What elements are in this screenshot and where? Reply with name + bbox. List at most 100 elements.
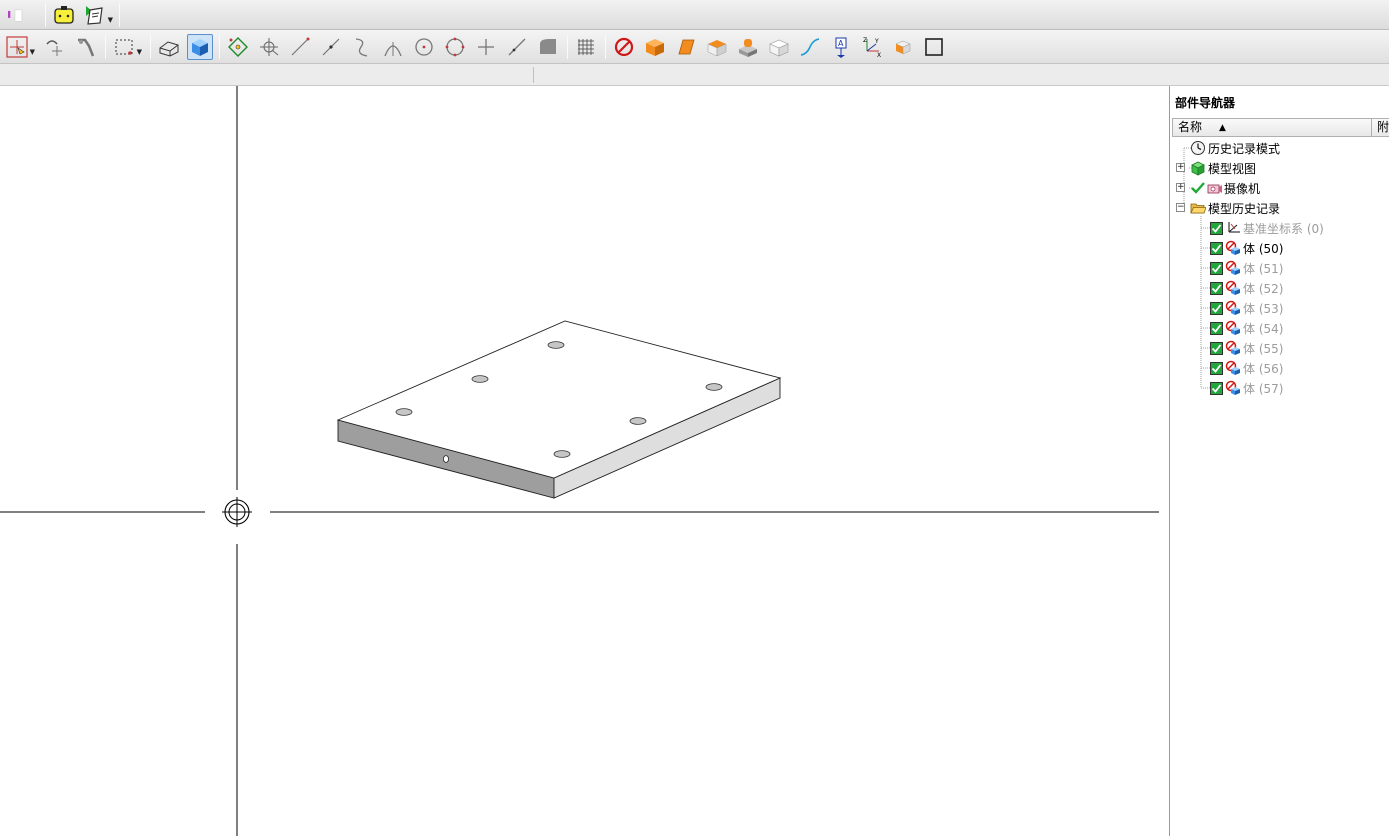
svg-text:A: A — [838, 39, 844, 48]
history-feature-row[interactable]: 体 (51) — [1210, 258, 1283, 278]
history-feature-row[interactable]: 体 (57) — [1210, 378, 1283, 398]
tree-item-label: 模型视图 — [1208, 161, 1257, 176]
clock-icon — [1190, 140, 1206, 156]
component-icon[interactable] — [890, 34, 916, 60]
expand-toggle[interactable]: + — [1176, 163, 1185, 172]
standard-toolbar: ▼ — [0, 0, 1389, 30]
history-feature-label: 体 (50) — [1243, 241, 1284, 256]
history-feature-label: 体 (54) — [1243, 321, 1284, 336]
history-feature-row[interactable]: 体 (53) — [1210, 298, 1283, 318]
expand-toggle[interactable]: + — [1176, 183, 1185, 192]
curve-spline-icon[interactable] — [797, 34, 823, 60]
feature-visibility-checkbox[interactable] — [1210, 301, 1223, 315]
feature-visibility-checkbox[interactable] — [1210, 221, 1223, 235]
selection-intent-icon[interactable] — [73, 34, 99, 60]
history-feature-row[interactable]: 基准坐标系 (0) — [1210, 218, 1324, 238]
snap-arc-center-icon[interactable] — [411, 34, 437, 60]
body-feature-icon — [1225, 300, 1241, 316]
check-icon — [1190, 180, 1206, 196]
clear-snap-icon[interactable] — [611, 34, 637, 60]
toolbar-separator — [605, 34, 606, 59]
history-feature-label: 体 (53) — [1243, 301, 1284, 316]
collapse-toggle[interactable]: − — [1176, 203, 1185, 212]
body-feature-icon — [1225, 320, 1241, 336]
svg-text:X: X — [877, 52, 881, 58]
feature-visibility-checkbox[interactable] — [1210, 321, 1223, 335]
toolbar-separator — [119, 2, 120, 27]
tree-item-cameras[interactable]: 摄像机 — [1190, 178, 1260, 198]
chevron-down-icon[interactable]: ▼ — [30, 48, 35, 56]
feature-visibility-checkbox[interactable] — [1210, 341, 1223, 355]
face-icon[interactable] — [673, 34, 699, 60]
chevron-down-icon[interactable]: ▼ — [137, 48, 142, 56]
chevron-down-icon[interactable]: ▼ — [108, 16, 113, 24]
toolbar-separator — [567, 34, 568, 59]
history-feature-label: 体 (56) — [1243, 361, 1284, 376]
tree-item-label: 模型历史记录 — [1208, 201, 1281, 216]
snap-intersection-icon[interactable] — [380, 34, 406, 60]
feature-visibility-checkbox[interactable] — [1210, 241, 1223, 255]
history-feature-row[interactable]: 体 (52) — [1210, 278, 1283, 298]
csys-icon[interactable]: ZY X — [859, 34, 885, 60]
body-feature-icon — [1225, 380, 1241, 396]
history-feature-row[interactable]: 体 (56) — [1210, 358, 1283, 378]
history-feature-row[interactable]: 体 (55) — [1210, 338, 1283, 358]
history-feature-label: 体 (52) — [1243, 281, 1284, 296]
snap-end-point-icon[interactable] — [287, 34, 313, 60]
folder-open-icon — [1190, 200, 1206, 216]
feature-visibility-checkbox[interactable] — [1210, 361, 1223, 375]
toolbar-separator — [45, 2, 46, 27]
body-icon[interactable] — [642, 34, 668, 60]
tree-item-history-mode[interactable]: 历史记录模式 — [1190, 138, 1280, 158]
feature-visibility-checkbox[interactable] — [1210, 261, 1223, 275]
camera-icon — [1206, 180, 1222, 196]
shaded-edges-icon[interactable] — [156, 34, 182, 60]
toolbar-separator — [219, 34, 220, 59]
cue-line-left — [0, 67, 534, 83]
snap-mid-point-icon[interactable] — [318, 34, 344, 60]
svg-text:Z: Z — [863, 37, 867, 44]
grid-icon[interactable] — [573, 34, 599, 60]
snap-quadrant-icon[interactable] — [442, 34, 468, 60]
graphics-viewport[interactable] — [0, 86, 1169, 836]
toolbar-separator — [150, 34, 151, 59]
tree-item-model-views[interactable]: 模型视图 — [1190, 158, 1256, 178]
side-hole — [442, 455, 449, 463]
model-scene[interactable] — [0, 86, 1169, 836]
rectangle-select-icon[interactable]: ▼ — [111, 34, 142, 60]
datum-csys-icon — [1225, 220, 1241, 236]
shaded-icon[interactable] — [187, 33, 213, 60]
feature-visibility-checkbox[interactable] — [1210, 381, 1223, 395]
solid-body-icon[interactable] — [704, 34, 730, 60]
csys-origin-icon — [222, 497, 252, 527]
body-feature-icon — [1225, 240, 1241, 256]
part-box-icon[interactable] — [51, 2, 77, 28]
snap-point-on-face-icon[interactable] — [504, 34, 530, 60]
feature-visibility-checkbox[interactable] — [1210, 281, 1223, 295]
tree-item-model-history[interactable]: 模型历史记录 — [1190, 198, 1280, 218]
snap-existing-point-icon[interactable] — [256, 34, 282, 60]
feature-icon[interactable] — [0, 2, 38, 28]
history-feature-row[interactable]: 体 (54) — [1210, 318, 1283, 338]
assembly-feature-icon[interactable] — [735, 34, 761, 60]
nx-application-window: ▼ ▼ ▼ A Z Y X 部件导航器 名称 ▲ 附 历史记录模式 + 模型视图… — [0, 0, 1389, 836]
snap-bounded-grid-icon[interactable] — [535, 34, 561, 60]
report-icon[interactable]: ▼ — [82, 2, 113, 28]
tree-item-label: 摄像机 — [1224, 181, 1261, 196]
toolbar-separator — [105, 34, 106, 59]
sheet-body-icon[interactable] — [766, 34, 792, 60]
svg-text:Y: Y — [874, 38, 879, 45]
history-feature-label: 基准坐标系 (0) — [1243, 221, 1324, 236]
frame-icon[interactable] — [921, 34, 947, 60]
snap-curve-icon[interactable] — [349, 34, 375, 60]
cue-line-right — [535, 67, 1389, 83]
snap-point-on-curve-icon[interactable] — [473, 34, 499, 60]
annotation-icon[interactable]: A — [828, 34, 854, 60]
cue-line — [0, 64, 1389, 86]
plate-body[interactable] — [336, 320, 782, 499]
curve-rule-icon[interactable] — [42, 34, 68, 60]
body-feature-icon — [1225, 340, 1241, 356]
snap-control-point-icon[interactable] — [225, 34, 251, 60]
snap-point-icon[interactable]: ▼ — [4, 34, 35, 60]
history-feature-row[interactable]: 体 (50) — [1210, 238, 1283, 258]
